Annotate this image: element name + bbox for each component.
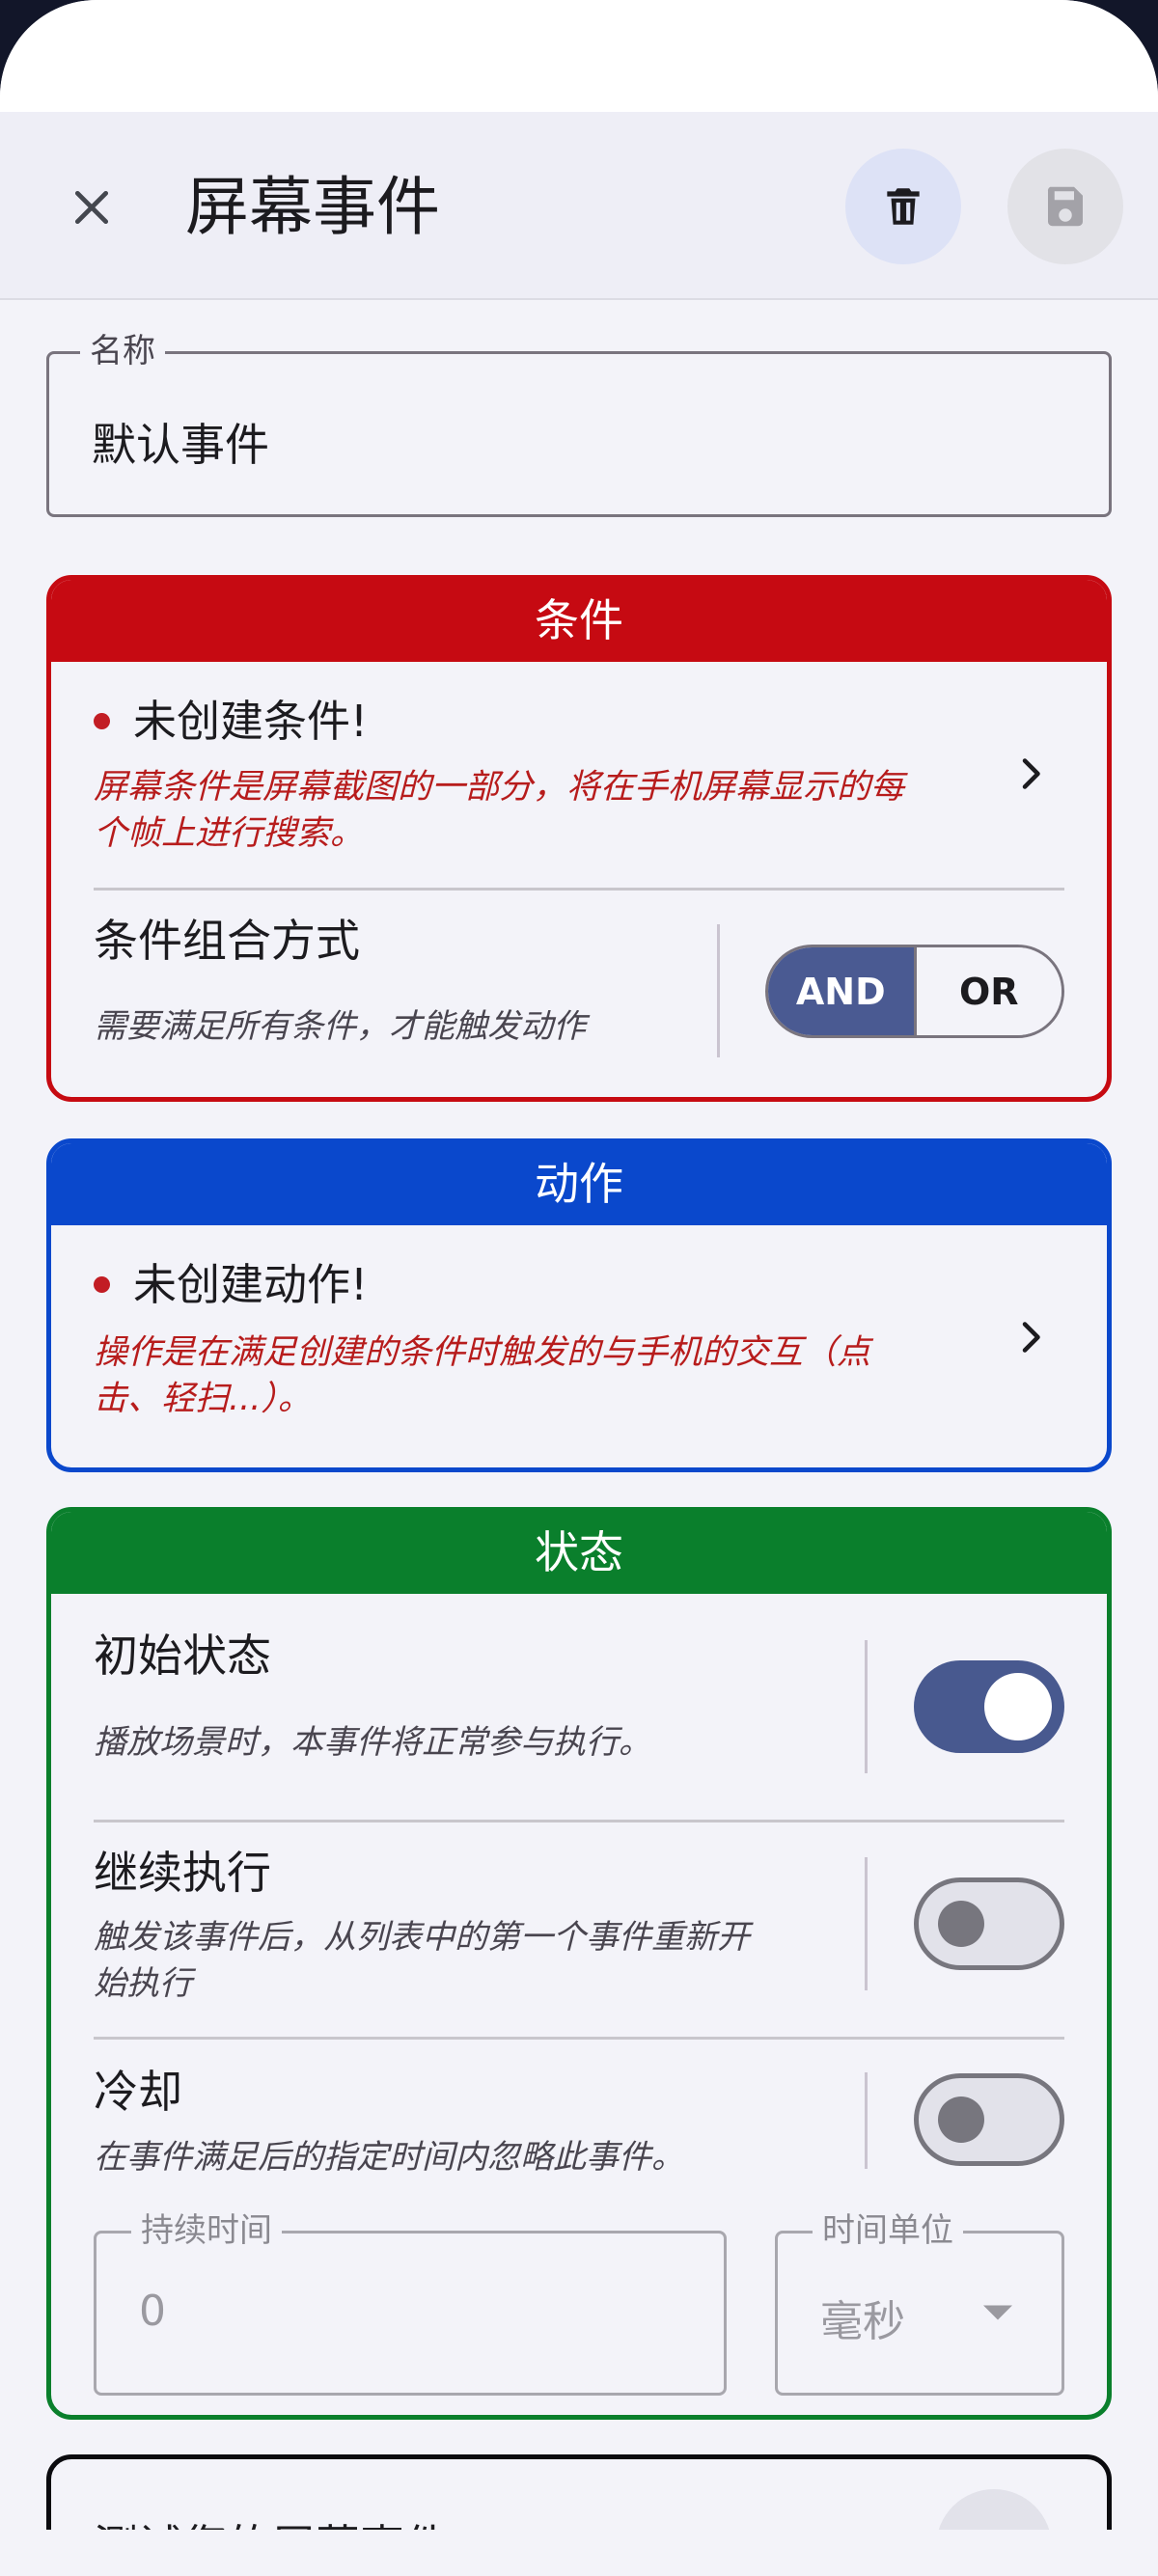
keep-executing-title: 继续执行 (94, 1847, 271, 1899)
actions-warning-dot (94, 1276, 110, 1293)
state-divider-2 (94, 2037, 1064, 2040)
keep-executing-desc-line1: 触发该事件后，从列表中的第一个事件重新开 (94, 1918, 750, 1957)
operator-vertical-divider (717, 924, 720, 1057)
conditions-card-header: 条件 (51, 580, 1107, 662)
dropdown-arrow-icon (983, 2305, 1012, 2320)
conditions-open-button[interactable] (1002, 745, 1060, 803)
initial-state-vertical-divider (865, 1640, 868, 1773)
actions-warning-desc-line1: 操作是在满足创建的条件时触发的与手机的交互（点 (94, 1333, 871, 1372)
operator-or-button[interactable]: OR (913, 947, 1062, 1035)
save-button[interactable] (1007, 149, 1123, 264)
state-divider-1 (94, 1820, 1064, 1822)
switch-thumb (938, 2096, 984, 2143)
actions-warning-title: 未创建动作! (133, 1259, 369, 1310)
initial-state-desc: 播放场景时，本事件将正常参与执行。 (94, 1723, 651, 1762)
conditions-warning-desc-line2: 个帧上进行搜索。 (94, 814, 365, 853)
actions-warning-desc-line2: 击、轻扫...）。 (94, 1380, 312, 1418)
event-name-value: 默认事件 (92, 419, 269, 471)
cooldown-vertical-divider (865, 2072, 868, 2169)
trash-icon (887, 188, 920, 225)
keep-executing-desc-line2: 始执行 (94, 1964, 192, 2003)
cooldown-unit-value: 毫秒 (820, 2297, 905, 2346)
save-icon (1047, 186, 1083, 227)
cooldown-title: 冷却 (94, 2066, 182, 2118)
initial-state-title: 初始状态 (94, 1630, 271, 1682)
switch-thumb (984, 1673, 1052, 1740)
delete-button[interactable] (845, 149, 961, 264)
actions-open-button[interactable] (1002, 1308, 1060, 1366)
state-card-header: 状态 (51, 1512, 1107, 1594)
chevron-right-icon (1022, 1322, 1040, 1353)
operator-toggle-group: AND OR (765, 945, 1064, 1038)
bottom-sheet: 屏幕事件 名称 默认事件 条件 未创建条件! 屏幕条件是屏幕截图的一部分，将在手… (0, 0, 1158, 2576)
keep-executing-vertical-divider (865, 1857, 868, 1990)
event-name-field[interactable]: 名称 默认事件 (46, 329, 1112, 517)
cooldown-unit-label: 时间单位 (813, 2208, 963, 2253)
conditions-warning-dot (94, 713, 110, 729)
conditions-warning-desc-line1: 屏幕条件是屏幕截图的一部分，将在手机屏幕显示的每 (94, 768, 905, 807)
top-app-bar (0, 112, 1158, 300)
operator-title: 条件组合方式 (94, 915, 360, 967)
close-icon (74, 190, 109, 225)
cooldown-duration-value: 0 (139, 2287, 166, 2336)
actions-card-header: 动作 (51, 1143, 1107, 1225)
switch-thumb (938, 1901, 984, 1947)
cooldown-switch[interactable] (914, 2073, 1064, 2166)
close-button[interactable] (50, 166, 133, 249)
conditions-warning-title: 未创建条件! (133, 696, 369, 747)
conditions-divider (94, 888, 1064, 891)
cooldown-duration-field[interactable]: 持续时间 0 (94, 2208, 727, 2396)
cooldown-duration-label: 持续时间 (131, 2208, 282, 2253)
cooldown-desc: 在事件满足后的指定时间内忽略此事件。 (94, 2138, 684, 2177)
bottom-screen-mask (0, 2530, 1158, 2576)
sheet-top-handle-area (0, 0, 1158, 112)
event-name-label: 名称 (80, 329, 165, 373)
cooldown-unit-dropdown[interactable]: 时间单位 毫秒 (775, 2208, 1064, 2396)
operator-and-button[interactable]: AND (768, 947, 914, 1035)
operator-desc: 需要满足所有条件，才能触发动作 (94, 1007, 586, 1046)
chevron-right-icon (1022, 758, 1040, 789)
initial-state-switch[interactable] (914, 1660, 1064, 1753)
keep-executing-switch[interactable] (914, 1877, 1064, 1970)
page-title: 屏幕事件 (185, 170, 440, 244)
